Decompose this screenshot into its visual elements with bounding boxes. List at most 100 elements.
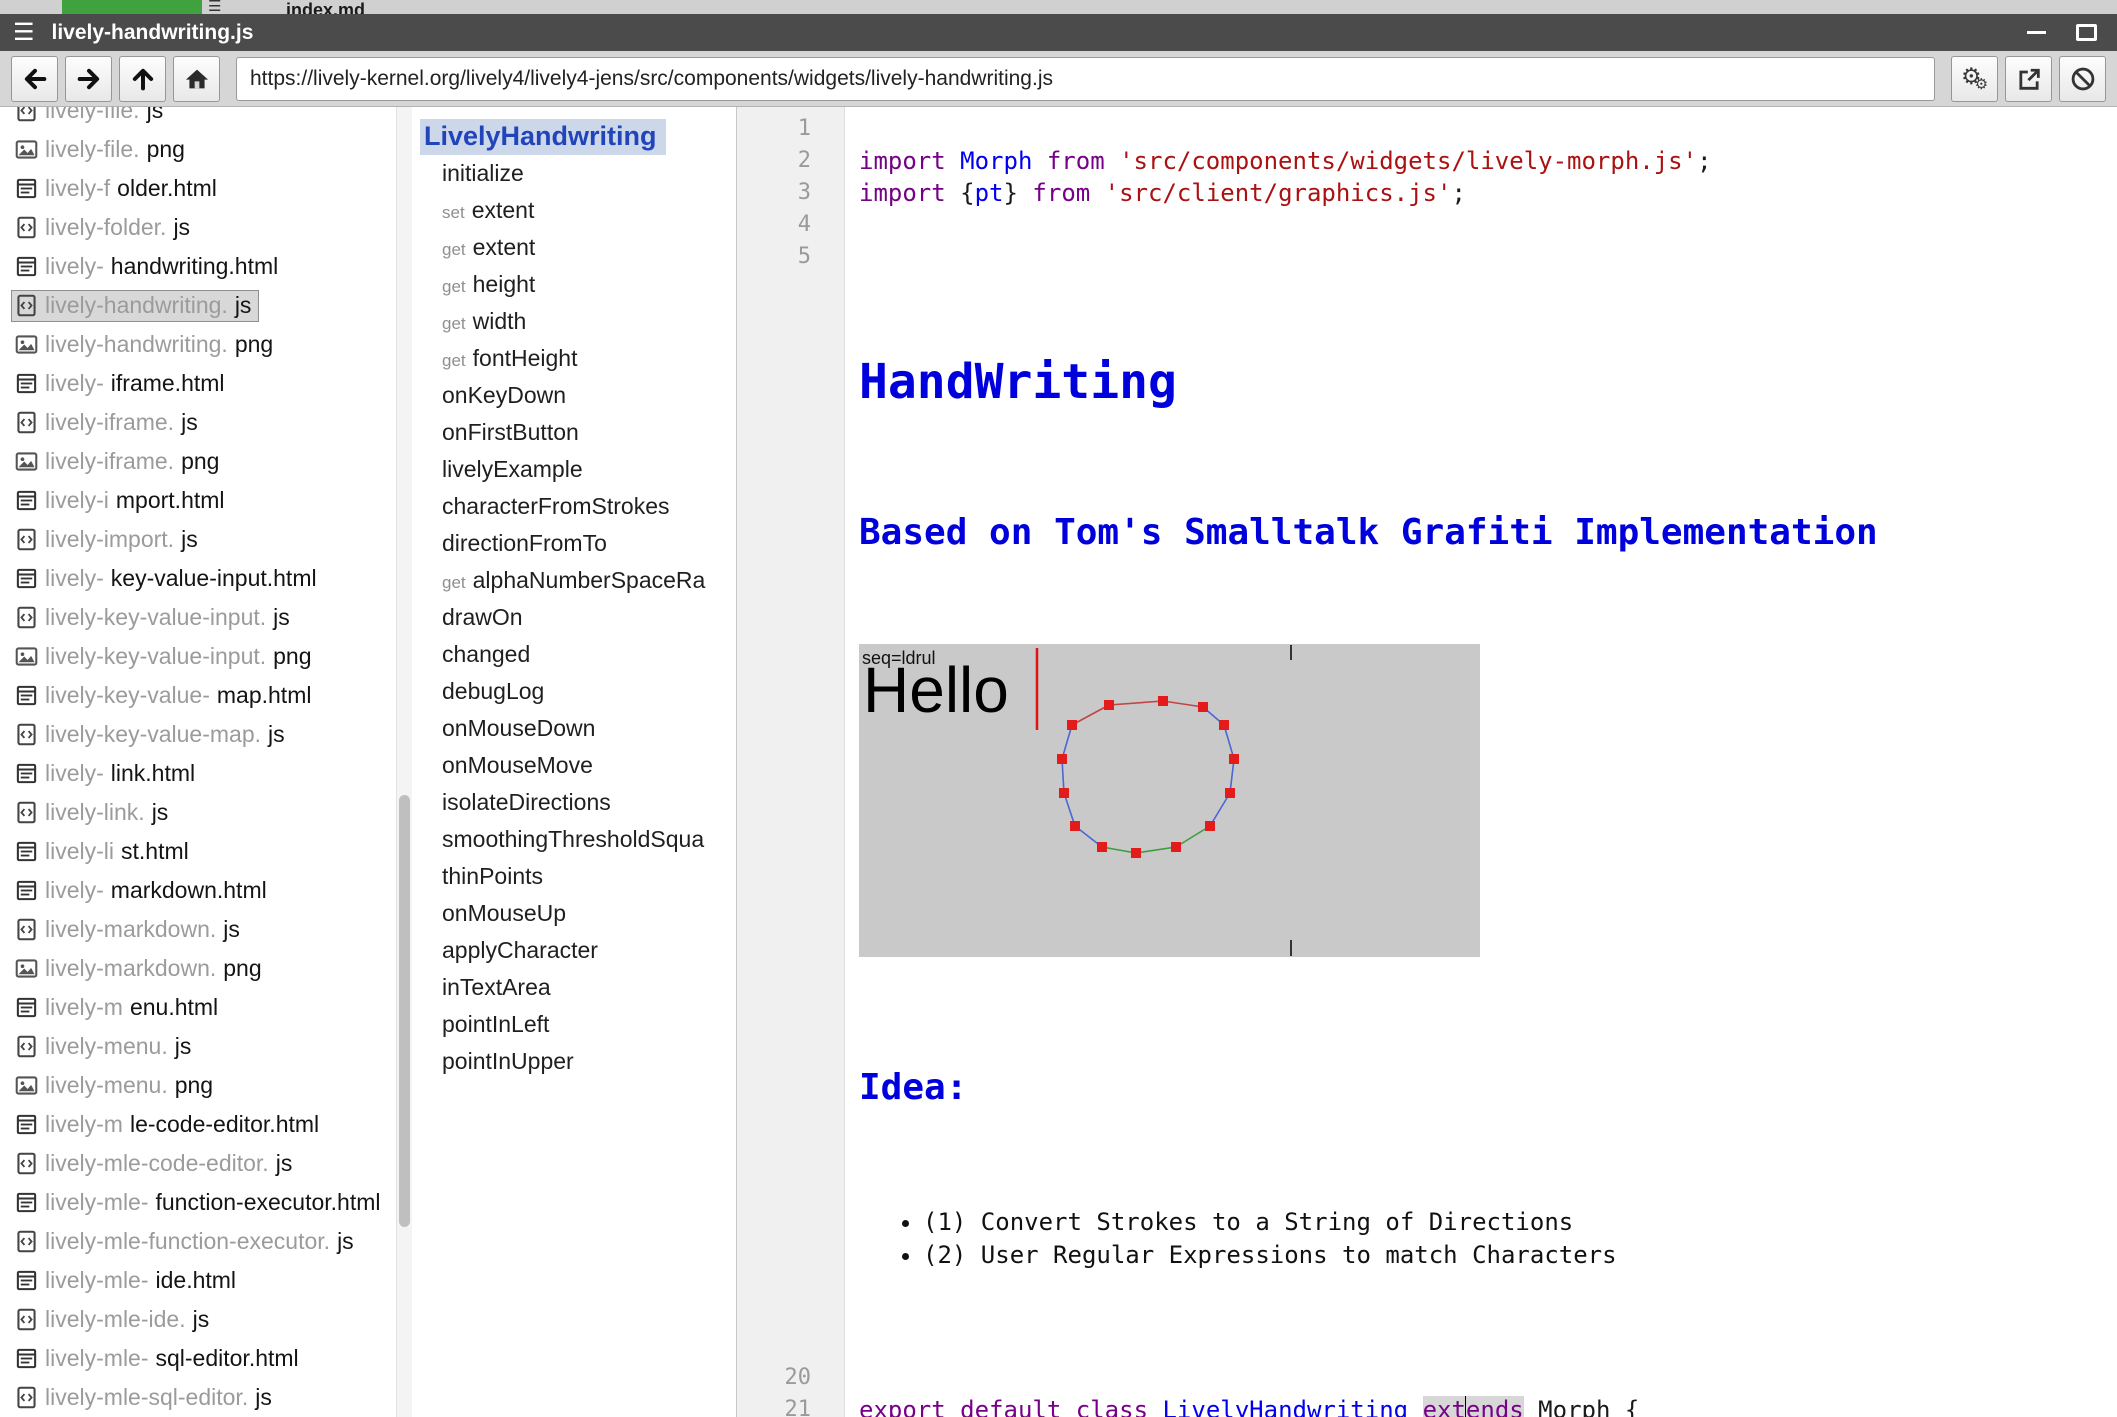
file-list-item-label[interactable]: lively-key-value-map.html	[12, 681, 318, 711]
outline-item-pointInUpper[interactable]: pointInUpper	[412, 1043, 736, 1080]
file-list-item[interactable]: lively-key-value-input.png	[0, 637, 412, 676]
file-list-item[interactable]: lively-handwriting.png	[0, 325, 412, 364]
file-list-item[interactable]: lively-link.js	[0, 793, 412, 832]
file-list-item-label[interactable]: lively-list.html	[12, 837, 196, 867]
outline-item-onMouseMove[interactable]: onMouseMove	[412, 747, 736, 784]
outline-item-extent[interactable]: setextent	[412, 192, 736, 229]
file-list-item[interactable]: lively-mle-function-executor.js	[0, 1222, 412, 1261]
file-list-item[interactable]: lively-iframe.png	[0, 442, 412, 481]
outline-item-extent[interactable]: getextent	[412, 229, 736, 266]
file-list-item-label[interactable]: lively-mle-code-editor.html	[12, 1110, 326, 1140]
code-line[interactable]: import {pt} from 'src/client/graphics.js…	[845, 177, 2117, 209]
file-list-item[interactable]: lively-markdown.html	[0, 871, 412, 910]
code-line[interactable]	[845, 1362, 2117, 1394]
file-list-item-label[interactable]: lively-mle-code-editor.js	[12, 1149, 299, 1179]
outline-class-header[interactable]: LivelyHandwriting	[420, 119, 666, 155]
file-list-item-label[interactable]: lively-key-value-input.html	[12, 564, 324, 594]
forward-button[interactable]	[65, 56, 112, 102]
outline-item-livelyExample[interactable]: livelyExample	[412, 451, 736, 488]
outline-item-characterFromStrokes[interactable]: characterFromStrokes	[412, 488, 736, 525]
file-list-item[interactable]: lively-markdown.png	[0, 949, 412, 988]
file-list-item-label[interactable]: lively-folder.js	[12, 213, 197, 243]
up-button[interactable]	[119, 56, 166, 102]
file-list-item[interactable]: lively-folder.js	[0, 208, 412, 247]
outline-item-initialize[interactable]: initialize	[412, 155, 736, 192]
file-list-item-label[interactable]: lively-link.html	[12, 759, 202, 789]
file-list-item-label[interactable]: lively-file.png	[12, 135, 192, 165]
outline-item-thinPoints[interactable]: thinPoints	[412, 858, 736, 895]
outline-item-applyCharacter[interactable]: applyCharacter	[412, 932, 736, 969]
file-list-item-label[interactable]: lively-key-value-input.js	[12, 603, 297, 633]
file-list-item[interactable]: lively-key-value-map.html	[0, 676, 412, 715]
outline-item-isolateDirections[interactable]: isolateDirections	[412, 784, 736, 821]
file-list-item-label[interactable]: lively-key-value-input.png	[12, 642, 319, 672]
block-button[interactable]	[2059, 56, 2106, 102]
url-input[interactable]	[236, 57, 1935, 101]
file-list-item-label[interactable]: lively-menu.js	[12, 1032, 198, 1062]
file-list-item[interactable]: lively-mle-code-editor.html	[0, 1105, 412, 1144]
file-list-item-label[interactable]: lively-mle-ide.html	[12, 1266, 243, 1296]
home-button[interactable]	[173, 56, 220, 102]
file-list-item-label[interactable]: lively-mle-sql-editor.html	[12, 1344, 306, 1374]
file-list-item-label[interactable]: lively-markdown.html	[12, 876, 274, 906]
file-list-item[interactable]: lively-mle-sql-editor.js	[0, 1378, 412, 1417]
outline-item-width[interactable]: getwidth	[412, 303, 736, 340]
file-list-item-label[interactable]: lively-mle-function-executor.js	[12, 1227, 361, 1257]
file-list-item[interactable]: lively-markdown.js	[0, 910, 412, 949]
outline-item-inTextArea[interactable]: inTextArea	[412, 969, 736, 1006]
outline-item-height[interactable]: getheight	[412, 266, 736, 303]
file-list-item-label[interactable]: lively-link.js	[12, 798, 175, 828]
file-list-item[interactable]: lively-link.html	[0, 754, 412, 793]
file-list-item-label[interactable]: lively-mle-ide.js	[12, 1305, 216, 1335]
outline-item-onKeyDown[interactable]: onKeyDown	[412, 377, 736, 414]
file-list-item[interactable]: lively-menu.html	[0, 988, 412, 1027]
file-list-item-selected[interactable]: lively-handwriting.js	[12, 291, 258, 321]
file-list-item[interactable]: lively-iframe.js	[0, 403, 412, 442]
outline-item-onFirstButton[interactable]: onFirstButton	[412, 414, 736, 451]
code-line[interactable]	[845, 241, 2117, 273]
file-list-item[interactable]: lively-folder.html	[0, 169, 412, 208]
code-line[interactable]: import Morph from 'src/components/widget…	[845, 145, 2117, 177]
window-menu-icon[interactable]: ☰	[13, 21, 35, 45]
file-list-item[interactable]: lively-handwriting.js	[0, 286, 412, 325]
file-list-item-label[interactable]: lively-mle-sql-editor.js	[12, 1383, 279, 1413]
file-list-item-label[interactable]: lively-handwriting.html	[12, 252, 285, 282]
file-list-item[interactable]: lively-key-value-map.js	[0, 715, 412, 754]
file-list-scrollbar[interactable]	[396, 107, 412, 1417]
file-list-item[interactable]: lively-menu.png	[0, 1066, 412, 1105]
minimize-button[interactable]	[2027, 31, 2046, 34]
code-line[interactable]: export default class LivelyHandwriting e…	[845, 1394, 2117, 1417]
file-list-item[interactable]: lively-key-value-input.js	[0, 598, 412, 637]
editor-panel[interactable]: 12import Morph from 'src/components/widg…	[736, 107, 2117, 1417]
outline-item-debugLog[interactable]: debugLog	[412, 673, 736, 710]
file-list-item-label[interactable]: lively-iframe.png	[12, 447, 226, 477]
outline-item-onMouseDown[interactable]: onMouseDown	[412, 710, 736, 747]
file-list-scrollbar-thumb[interactable]	[399, 795, 410, 1227]
file-list-item-label[interactable]: lively-iframe.js	[12, 408, 205, 438]
outline-item-onMouseUp[interactable]: onMouseUp	[412, 895, 736, 932]
file-list-item[interactable]: lively-list.html	[0, 832, 412, 871]
file-list-item[interactable]: lively-iframe.html	[0, 364, 412, 403]
outline-item-pointInLeft[interactable]: pointInLeft	[412, 1006, 736, 1043]
maximize-button[interactable]	[2076, 24, 2097, 41]
outline-item-fontHeight[interactable]: getfontHeight	[412, 340, 736, 377]
file-list-item-label[interactable]: lively-handwriting.png	[12, 330, 280, 360]
file-list-item-label[interactable]: lively-menu.png	[12, 1071, 220, 1101]
file-list-item-label[interactable]: lively-file.js	[12, 107, 170, 126]
outline-item-alphaNumberSpaceRa[interactable]: getalphaNumberSpaceRa	[412, 562, 736, 599]
file-list-item-label[interactable]: lively-markdown.png	[12, 954, 269, 984]
file-list-item-label[interactable]: lively-import.html	[12, 486, 232, 516]
file-list-item[interactable]: lively-key-value-input.html	[0, 559, 412, 598]
back-button[interactable]	[11, 56, 58, 102]
outline-item-drawOn[interactable]: drawOn	[412, 599, 736, 636]
outline-item-smoothingThresholdSqua[interactable]: smoothingThresholdSqua	[412, 821, 736, 858]
code-line[interactable]	[845, 113, 2117, 145]
file-list-item[interactable]: lively-menu.js	[0, 1027, 412, 1066]
file-list-item-label[interactable]: lively-iframe.html	[12, 369, 232, 399]
file-list-item-label[interactable]: lively-menu.html	[12, 993, 225, 1023]
file-list-item[interactable]: lively-file.js	[0, 107, 412, 130]
file-list-item-label[interactable]: lively-mle-function-executor.html	[12, 1188, 388, 1218]
file-list-item[interactable]: lively-mle-code-editor.js	[0, 1144, 412, 1183]
code-line[interactable]	[845, 209, 2117, 241]
file-list-item-label[interactable]: lively-key-value-map.js	[12, 720, 292, 750]
